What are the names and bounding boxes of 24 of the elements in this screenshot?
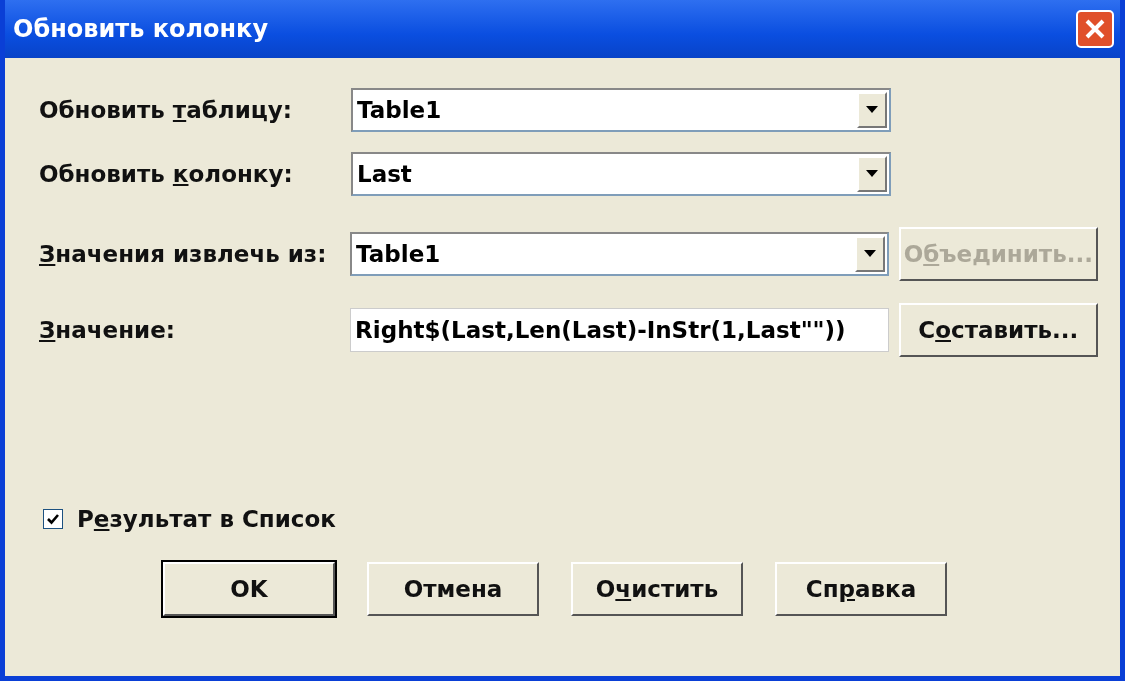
dropdown-field[interactable]: Table1	[351, 88, 891, 132]
dialog-button[interactable]: OK	[163, 562, 335, 616]
caret-icon	[866, 170, 878, 178]
field-label: Значения извлечь из:	[39, 241, 328, 267]
dialog-button[interactable]: Отмена	[367, 562, 539, 616]
caret-icon	[863, 250, 876, 258]
window-title: Обновить колонку	[13, 15, 269, 43]
dropdown-button[interactable]	[857, 92, 887, 128]
checkbox-label: Результат в Список	[77, 506, 336, 532]
dropdown-field[interactable]: Table1	[350, 232, 889, 276]
dropdown-button[interactable]	[854, 236, 885, 272]
close-button[interactable]	[1076, 10, 1114, 48]
field-label: Обновить таблицу:	[39, 97, 293, 123]
dialog-button[interactable]: Составить...	[898, 303, 1098, 357]
checkmark-icon	[46, 512, 60, 526]
dialog-button[interactable]: Справка	[775, 562, 947, 616]
field-label: Обновить колонку:	[39, 161, 294, 187]
dropdown-button[interactable]	[857, 156, 887, 192]
field-label: Значение:	[39, 317, 176, 343]
dropdown-field[interactable]: Last	[351, 152, 891, 196]
checkbox[interactable]	[43, 509, 63, 529]
input-field[interactable]: Right$(Last,Len(Last)-InStr(1,Last""))	[350, 308, 889, 352]
dialog-button[interactable]: Очистить	[571, 562, 743, 616]
caret-icon	[866, 106, 878, 114]
